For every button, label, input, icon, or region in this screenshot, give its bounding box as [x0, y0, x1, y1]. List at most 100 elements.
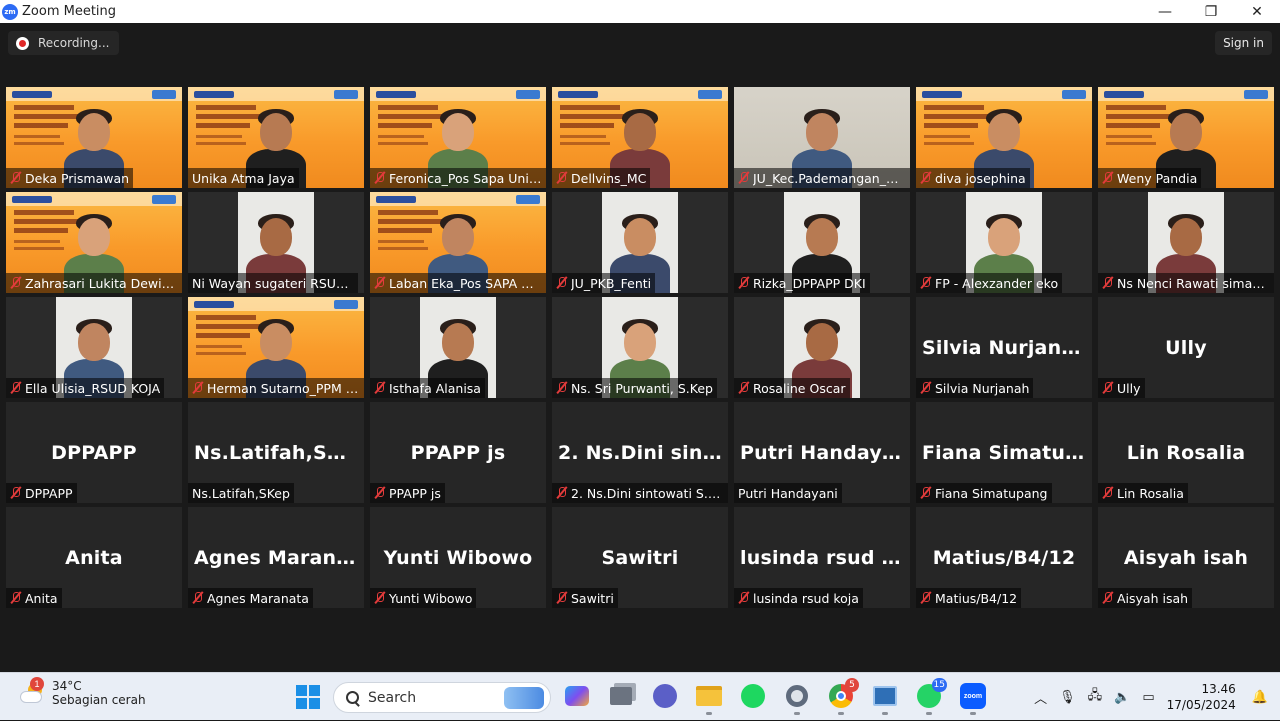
muted-microphone-icon	[920, 381, 932, 395]
meet-icon[interactable]	[651, 682, 679, 710]
participant-tile[interactable]: Sawitri Sawitri	[552, 507, 728, 608]
battery-icon[interactable]: ▭	[1142, 690, 1154, 705]
chevron-up-icon[interactable]: ︿	[1034, 688, 1047, 707]
participant-tile[interactable]: FP - Alexzander eko	[916, 192, 1092, 293]
participant-tile[interactable]: diva josephina	[916, 87, 1092, 188]
participant-tile[interactable]: Unika Atma Jaya	[188, 87, 364, 188]
participant-name-label: Lin Rosalia	[1098, 483, 1188, 503]
participant-name-label: Ns Nenci Rawati simanju...	[1098, 273, 1274, 293]
muted-microphone-icon	[920, 591, 932, 605]
weather-widget[interactable]: 1 34°C Sebagian cerah	[18, 677, 146, 707]
participant-display-name: Aisyah isah	[1123, 547, 1249, 569]
participant-name: Rosaline Oscar	[753, 380, 846, 396]
participant-tile[interactable]: Silvia Nurjanah Silvia Nurjanah	[916, 297, 1092, 398]
participant-tile[interactable]: Ni Wayan sugateri RSUD KOJA	[188, 192, 364, 293]
participant-tile[interactable]: Ns.Latifah,SKep Ns.Latifah,SKep	[188, 402, 364, 503]
copilot-icon[interactable]	[563, 682, 591, 710]
participant-tile[interactable]: Ns. Sri Purwanti, S.Kep	[552, 297, 728, 398]
participant-tile[interactable]: Rosaline Oscar	[734, 297, 910, 398]
participant-tile[interactable]: Weny Pandia	[1098, 87, 1274, 188]
participant-name: Lin Rosalia	[1117, 485, 1184, 501]
participant-name-label: FP - Alexzander eko	[916, 273, 1063, 293]
participant-name: Herman Sutarno_PPM Un...	[207, 380, 360, 396]
maximize-button[interactable]: ❐	[1188, 0, 1234, 23]
file-explorer-icon[interactable]	[695, 682, 723, 715]
participant-tile[interactable]: Rizka_DPPAPP DKI	[734, 192, 910, 293]
participant-tile[interactable]: Herman Sutarno_PPM Un...	[188, 297, 364, 398]
taskbar-search[interactable]: Search	[333, 682, 551, 713]
participant-tile[interactable]: Matius/B4/12 Matius/B4/12	[916, 507, 1092, 608]
participant-display-name: Agnes Maranata	[194, 547, 358, 569]
participant-name: Ully	[1117, 380, 1141, 396]
participant-name: Feronica_Pos Sapa Unika ...	[389, 170, 542, 186]
chrome-icon[interactable]: 5	[827, 678, 859, 715]
participant-tile[interactable]: JU_PKB_Fenti	[552, 192, 728, 293]
windows-taskbar: 1 34°C Sebagian cerah Search 5 15 zoom ︿ 🎙…	[0, 672, 1280, 720]
muted-microphone-icon	[10, 381, 22, 395]
spotify-icon[interactable]	[739, 682, 767, 710]
notification-bell-icon[interactable]: 🔔	[1252, 690, 1268, 705]
microphone-icon[interactable]: 🎙	[1059, 690, 1076, 705]
participant-tile[interactable]: Fiana Simatupa... Fiana Simatupang	[916, 402, 1092, 503]
participant-tile[interactable]: Feronica_Pos Sapa Unika ...	[370, 87, 546, 188]
participant-name-label: Herman Sutarno_PPM Un...	[188, 378, 364, 398]
participant-tile[interactable]: Laban Eka_Pos SAPA UAJ	[370, 192, 546, 293]
task-view-icon[interactable]	[607, 682, 635, 710]
network-icon[interactable]: 🖧	[1088, 686, 1103, 708]
participant-tile[interactable]: lusinda rsud koja lusinda rsud koja	[734, 507, 910, 608]
participant-tile[interactable]: Ns Nenci Rawati simanju...	[1098, 192, 1274, 293]
zoom-icon[interactable]: zoom	[959, 682, 987, 715]
participant-tile[interactable]: JU_Kec.Pademangan_Kasi...	[734, 87, 910, 188]
muted-microphone-icon	[920, 486, 932, 500]
close-button[interactable]: ✕	[1234, 0, 1280, 23]
participant-name-label: JU_PKB_Fenti	[552, 273, 656, 293]
participant-tile[interactable]: Aisyah isah Aisyah isah	[1098, 507, 1274, 608]
app-badge: 15	[931, 678, 947, 692]
weather-temperature: 34°C	[52, 679, 82, 693]
muted-microphone-icon	[738, 591, 750, 605]
participant-name-label: Ns.Latifah,SKep	[188, 483, 294, 503]
participant-tile[interactable]: Ully Ully	[1098, 297, 1274, 398]
settings-icon[interactable]	[783, 682, 811, 715]
participant-tile[interactable]: DPPAPP DPPAPP	[6, 402, 182, 503]
participant-tile[interactable]: Zahrasari Lukita Dewi (Ay...	[6, 192, 182, 293]
volume-icon[interactable]: 🔈	[1114, 690, 1130, 705]
whatsapp-icon[interactable]: 15	[915, 678, 947, 715]
participant-name-label: Deka Prismawan	[6, 168, 134, 188]
participant-display-name: Ully	[1165, 337, 1207, 359]
minimize-button[interactable]: —	[1142, 0, 1188, 23]
participant-display-name: Yunti Wibowo	[383, 547, 533, 569]
participant-name: Deka Prismawan	[25, 170, 130, 186]
participant-name: DPPAPP	[25, 485, 73, 501]
participant-name-label: Rosaline Oscar	[734, 378, 850, 398]
participant-name-label: Dellvins_MC	[552, 168, 651, 188]
meeting-top-bar: Recording... Sign in	[0, 23, 1280, 65]
participant-tile[interactable]: Isthafa Alanisa	[370, 297, 546, 398]
participant-name: Ns Nenci Rawati simanju...	[1117, 275, 1270, 291]
participant-name: Ns.Latifah,SKep	[192, 485, 290, 501]
muted-microphone-icon	[10, 276, 22, 290]
participant-tile[interactable]: PPAPP js PPAPP js	[370, 402, 546, 503]
participant-tile[interactable]: Dellvins_MC	[552, 87, 728, 188]
clock[interactable]: 13.46 17/05/2024	[1167, 681, 1236, 713]
clock-date: 17/05/2024	[1166, 698, 1236, 712]
participant-name: Laban Eka_Pos SAPA UAJ	[389, 275, 542, 291]
participant-tile[interactable]: Agnes Maranata Agnes Maranata	[188, 507, 364, 608]
participant-tile[interactable]: Putri Handayani Putri Handayani	[734, 402, 910, 503]
participant-tile[interactable]: Lin Rosalia Lin Rosalia	[1098, 402, 1274, 503]
participant-name-label: Anita	[6, 588, 62, 608]
start-button[interactable]	[296, 685, 320, 709]
participant-tile[interactable]: Deka Prismawan	[6, 87, 182, 188]
participant-name-label: Matius/B4/12	[916, 588, 1022, 608]
participant-name-label: Unika Atma Jaya	[188, 168, 299, 188]
remote-desktop-icon[interactable]	[871, 682, 899, 715]
search-label: Search	[368, 689, 417, 706]
recording-indicator[interactable]: Recording...	[8, 31, 120, 55]
sign-in-button[interactable]: Sign in	[1215, 31, 1272, 55]
participant-name: PPAPP js	[389, 485, 441, 501]
participant-tile[interactable]: Anita Anita	[6, 507, 182, 608]
participant-tile[interactable]: Yunti Wibowo Yunti Wibowo	[370, 507, 546, 608]
weather-condition: Sebagian cerah	[52, 693, 146, 707]
participant-tile[interactable]: Ella Ulisia_RSUD KOJA	[6, 297, 182, 398]
participant-tile[interactable]: 2. Ns.Dini sinto... 2. Ns.Dini sintowati …	[552, 402, 728, 503]
